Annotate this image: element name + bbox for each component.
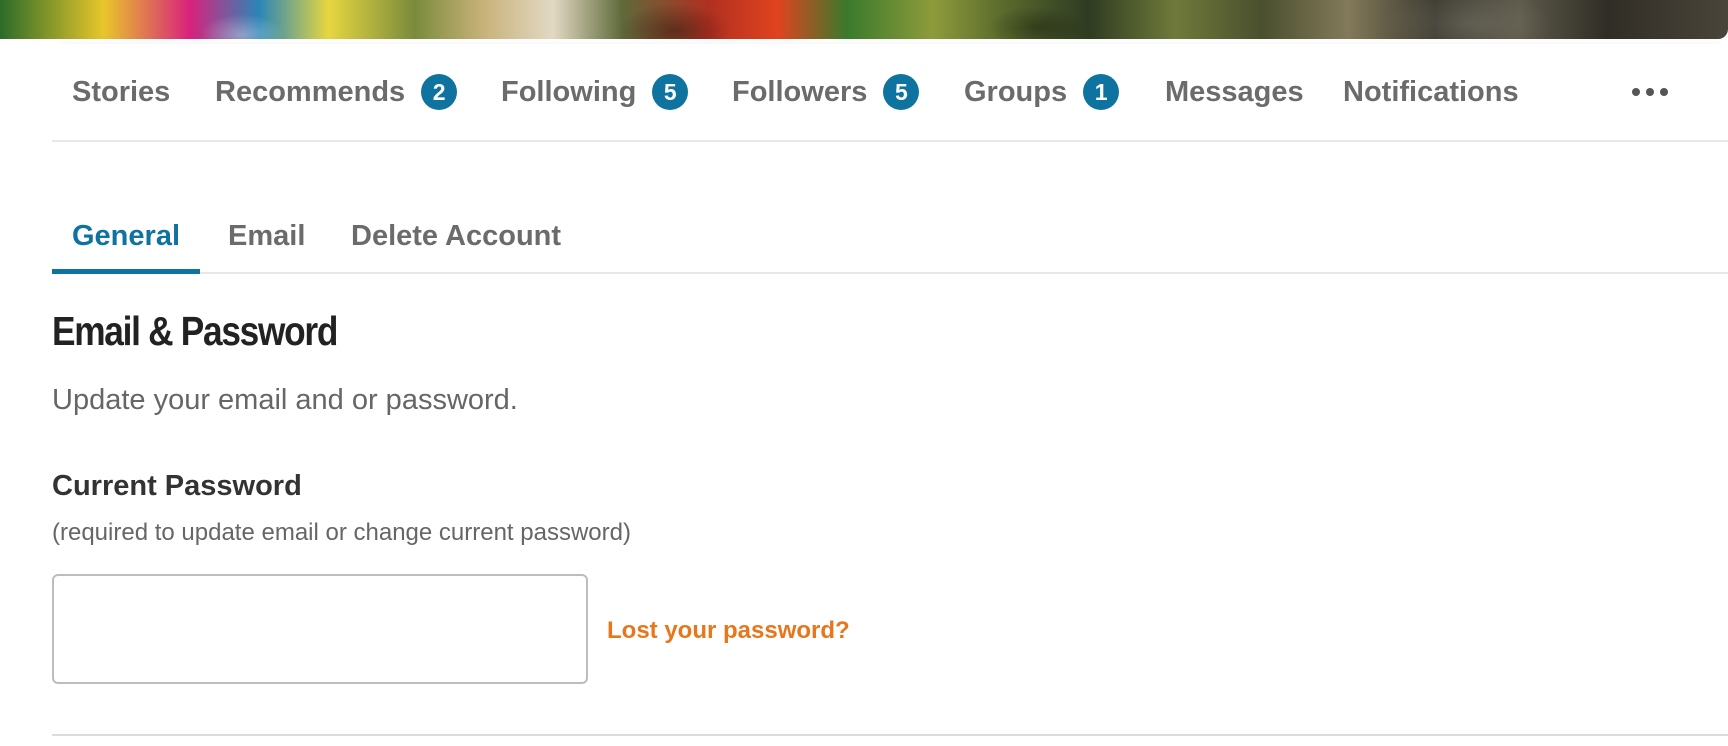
- count-badge: 5: [883, 74, 920, 110]
- section-description: Update your email and or password.: [52, 384, 518, 416]
- nav-item-followers[interactable]: Followers 5: [732, 44, 920, 140]
- count-badge: 1: [1083, 74, 1120, 110]
- lost-password-link[interactable]: Lost your password?: [607, 617, 850, 645]
- nav-item-label: Followers: [732, 75, 868, 108]
- nav-item-label: Stories: [72, 75, 171, 108]
- nav-item-notifications[interactable]: Notifications: [1343, 44, 1519, 140]
- tab-general[interactable]: General: [72, 200, 180, 272]
- settings-tabs: General Email Delete Account: [52, 200, 1728, 274]
- dot: [1646, 88, 1654, 96]
- tab-email[interactable]: Email: [228, 200, 305, 272]
- current-password-input[interactable]: [52, 574, 588, 684]
- divider: [52, 734, 1728, 736]
- nav-item-label: Following: [501, 75, 637, 108]
- ellipsis-icon[interactable]: [1632, 44, 1668, 140]
- nav-item-following[interactable]: Following 5: [501, 44, 689, 140]
- nav-item-groups[interactable]: Groups 1: [964, 44, 1120, 140]
- section-title: Email & Password: [52, 308, 338, 354]
- nav-item-label: Groups: [964, 75, 1068, 108]
- primary-nav: Stories Recommends 2 Following 5 Followe…: [52, 44, 1728, 142]
- nav-item-label: Recommends: [215, 75, 406, 108]
- tab-label: Email: [228, 219, 306, 252]
- nav-item-recommends[interactable]: Recommends 2: [215, 44, 458, 140]
- profile-settings-page: Stories Recommends 2 Following 5 Followe…: [0, 0, 1728, 746]
- nav-item-stories[interactable]: Stories: [72, 44, 170, 140]
- nav-item-messages[interactable]: Messages: [1165, 44, 1304, 140]
- count-badge: 2: [421, 74, 458, 110]
- nav-item-label: Messages: [1165, 75, 1304, 108]
- nav-item-label: Notifications: [1343, 75, 1519, 108]
- dot: [1632, 88, 1640, 96]
- tab-label: Delete Account: [351, 219, 562, 252]
- current-password-help: (required to update email or change curr…: [52, 519, 631, 546]
- dot: [1660, 88, 1668, 96]
- active-tab-indicator: [52, 269, 200, 274]
- cover-image: [0, 0, 1728, 39]
- tab-delete-account[interactable]: Delete Account: [351, 200, 561, 272]
- current-password-label: Current Password: [52, 470, 302, 502]
- tab-label: General: [72, 219, 180, 252]
- count-badge: 5: [652, 74, 689, 110]
